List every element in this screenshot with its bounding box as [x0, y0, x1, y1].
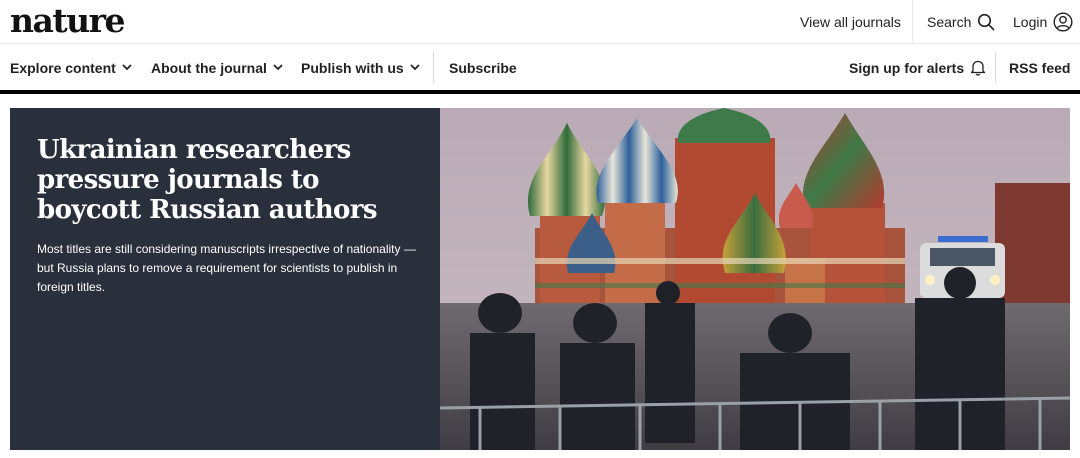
nav-about-label: About the journal: [151, 59, 267, 76]
nav-divider: [995, 52, 996, 83]
header-divider: [912, 0, 913, 44]
nav-rss-label: RSS feed: [1009, 59, 1071, 76]
chevron-down-icon: [410, 64, 420, 71]
hero-photo-illustration: [440, 108, 1070, 450]
view-all-journals-link[interactable]: View all journals: [800, 0, 901, 44]
chevron-down-icon: [122, 64, 132, 71]
nature-logo[interactable]: nature: [10, 1, 126, 41]
nav-explore-label: Explore content: [10, 59, 116, 76]
nav-subscribe-label: Subscribe: [449, 59, 517, 76]
nav-sign-up-alerts[interactable]: Sign up for alerts: [849, 45, 986, 90]
nav-alerts-label: Sign up for alerts: [849, 59, 965, 76]
nav-subscribe[interactable]: Subscribe: [449, 45, 517, 90]
hero-text-panel: Ukrainian researchers pressure journals …: [10, 108, 440, 450]
nav-rss-feed[interactable]: RSS feed: [1009, 45, 1070, 90]
hero-feature[interactable]: Ukrainian researchers pressure journals …: [10, 108, 1070, 450]
nav-about-journal[interactable]: About the journal: [151, 45, 283, 90]
search-button[interactable]: Search: [927, 0, 995, 44]
search-label: Search: [927, 14, 972, 30]
hero-photo[interactable]: [440, 108, 1070, 450]
login-button[interactable]: Login: [1013, 0, 1073, 44]
nav-publish-with-us[interactable]: Publish with us: [301, 45, 420, 90]
login-label: Login: [1013, 14, 1048, 30]
user-circle-icon: [1053, 12, 1073, 32]
view-all-journals-label: View all journals: [800, 14, 901, 30]
nav-publish-label: Publish with us: [301, 59, 404, 76]
header-rule: [0, 90, 1080, 94]
bell-icon: [970, 59, 986, 76]
nav-explore-content[interactable]: Explore content: [10, 45, 132, 90]
main-nav: Explore content About the journal Publis…: [0, 45, 1080, 90]
hero-headline[interactable]: Ukrainian researchers pressure journals …: [37, 135, 427, 225]
site-header: nature View all journals Search Login: [0, 0, 1080, 44]
chevron-down-icon: [273, 64, 283, 71]
search-icon: [977, 13, 995, 31]
nav-divider: [433, 52, 434, 83]
hero-summary: Most titles are still considering manusc…: [37, 242, 416, 294]
